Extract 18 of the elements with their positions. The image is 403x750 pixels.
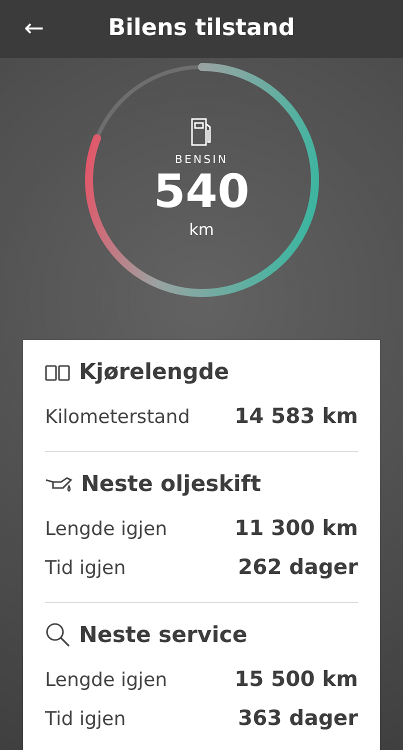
odometer-icon	[45, 364, 71, 380]
row-label: Lengde igjen	[45, 516, 168, 542]
oil-can-icon	[45, 474, 73, 494]
row-label: Tid igjen	[45, 707, 126, 732]
section-title: Neste oljeskift	[81, 470, 261, 498]
row-label: Kilometerstand	[45, 405, 190, 430]
section-title: Neste service	[79, 622, 248, 650]
section-title: Kjørelengde	[79, 359, 230, 387]
row-label: Tid igjen	[45, 556, 126, 581]
row-value: 363 dager	[238, 705, 358, 732]
search-icon	[45, 622, 71, 648]
page-title: Bilens tilstand	[108, 15, 295, 43]
row-label: Lengde igjen	[45, 668, 168, 692]
row-value: 15 500 km	[234, 666, 358, 692]
row-value: 14 583 km	[234, 403, 358, 430]
back-button[interactable]: ←	[20, 12, 48, 44]
row-value: 262 dager	[238, 554, 358, 581]
row-value: 11 300 km	[234, 514, 358, 542]
